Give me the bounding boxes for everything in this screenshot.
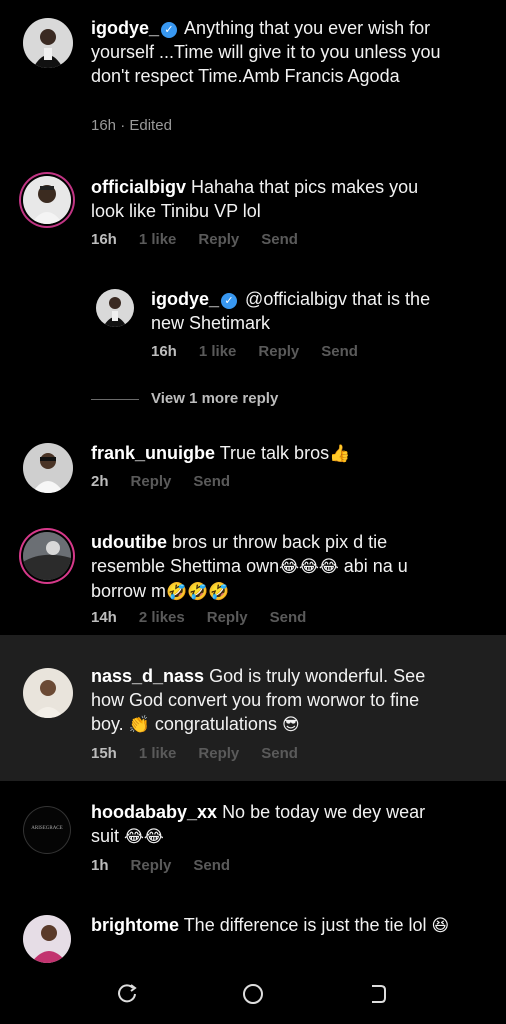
avatar[interactable]: ARISEGRACE: [23, 806, 71, 854]
comment-text: nass_d_nass God is truly wonderful. See …: [91, 664, 451, 737]
reply-button[interactable]: Reply: [198, 231, 239, 248]
comment-time: 2h: [91, 473, 109, 490]
avatar[interactable]: [96, 289, 134, 327]
reply-button[interactable]: Reply: [207, 609, 248, 626]
comment-username[interactable]: brightome: [91, 915, 179, 935]
comment-username[interactable]: nass_d_nass: [91, 666, 204, 686]
grinning-emoji: 😆: [431, 916, 450, 935]
likes-count[interactable]: 1 like: [139, 231, 177, 248]
avatar-label: ARISEGRACE: [31, 826, 63, 831]
comment-time: 14h: [91, 609, 117, 626]
avatar[interactable]: [23, 532, 71, 580]
comment-body-continued: congratulations: [149, 714, 282, 734]
avatar[interactable]: [23, 176, 71, 224]
send-button[interactable]: Send: [261, 231, 298, 248]
clapping-emoji: 👏: [128, 715, 150, 734]
view-more-replies-button[interactable]: View 1 more reply: [91, 390, 278, 407]
comment-text: frank_unuigbe True talk bros👍: [91, 441, 451, 466]
comment-time: 16h: [91, 231, 117, 248]
comment-time: 15h: [91, 745, 117, 762]
comment-time: 1h: [91, 857, 109, 874]
comment-body: The difference is just the tie lol: [183, 915, 432, 935]
reply-button[interactable]: Reply: [131, 857, 172, 874]
comment-meta: 1h Reply Send: [91, 857, 230, 874]
verified-badge-icon: ✓: [161, 22, 178, 38]
likes-count[interactable]: 1 like: [199, 343, 237, 360]
comment-meta: 2h Reply Send: [91, 473, 230, 490]
laughing-emoji: 😂😂😂: [279, 557, 339, 576]
send-button[interactable]: Send: [321, 343, 358, 360]
comment-username[interactable]: hoodababy_xx: [91, 802, 217, 822]
comment-meta: 16h 1 like Reply Send: [91, 231, 298, 248]
reply-button[interactable]: Reply: [258, 343, 299, 360]
comment-username[interactable]: officialbigv: [91, 177, 186, 197]
comment-text: igodye_ ✓ Anything that you ever wish for…: [91, 16, 451, 88]
send-button[interactable]: Send: [193, 473, 230, 490]
comment-meta: 16h · Edited: [91, 117, 172, 134]
system-navigation-bar: [0, 965, 506, 1024]
recent-apps-icon[interactable]: [113, 979, 143, 1009]
send-button[interactable]: Send: [270, 609, 307, 626]
reply-button[interactable]: Reply: [131, 473, 172, 490]
verified-badge-icon: ✓: [221, 293, 238, 309]
likes-count[interactable]: 2 likes: [139, 609, 185, 626]
reply-button[interactable]: Reply: [198, 745, 239, 762]
comment-text: brightome The difference is just the tie…: [91, 913, 451, 938]
laughing-emoji: 😂😂: [124, 827, 164, 846]
avatar[interactable]: [23, 668, 73, 718]
avatar[interactable]: [23, 915, 71, 963]
home-icon[interactable]: [238, 979, 268, 1009]
comment-meta: 15h 1 like Reply Send: [91, 745, 298, 762]
thumbs-up-emoji: 👍: [329, 444, 351, 463]
comment-body: True talk bros: [219, 443, 330, 463]
comment-text: igodye_ ✓ @officialbigv that is the new S…: [151, 287, 451, 335]
comment-time: 16h: [151, 343, 177, 360]
edited-label: Edited: [129, 117, 172, 134]
send-button[interactable]: Send: [193, 857, 230, 874]
comment-time: 16h: [91, 117, 117, 134]
comment-text: officialbigv Hahaha that pics makes you …: [91, 175, 451, 223]
comment-meta: 14h 2 likes Reply Send: [91, 609, 306, 626]
comment-text: hoodababy_xx No be today we dey wear sui…: [91, 800, 451, 849]
divider: [91, 398, 139, 400]
comment-username[interactable]: frank_unuigbe: [91, 443, 215, 463]
send-button[interactable]: Send: [261, 745, 298, 762]
comment-meta: 16h 1 like Reply Send: [151, 343, 358, 360]
sunglasses-emoji: 😎: [281, 715, 300, 734]
likes-count[interactable]: 1 like: [139, 745, 177, 762]
avatar[interactable]: [23, 18, 73, 68]
comment-username[interactable]: udoutibe: [91, 532, 167, 552]
comment-username[interactable]: igodye_: [91, 18, 159, 38]
comment-username[interactable]: igodye_: [151, 289, 219, 309]
view-more-label: View 1 more reply: [151, 390, 279, 407]
rofl-emoji: 🤣🤣🤣: [166, 582, 230, 601]
avatar[interactable]: [23, 443, 73, 493]
comment-text: udoutibe bros ur throw back pix d tie re…: [91, 530, 451, 604]
back-icon[interactable]: [362, 979, 392, 1009]
